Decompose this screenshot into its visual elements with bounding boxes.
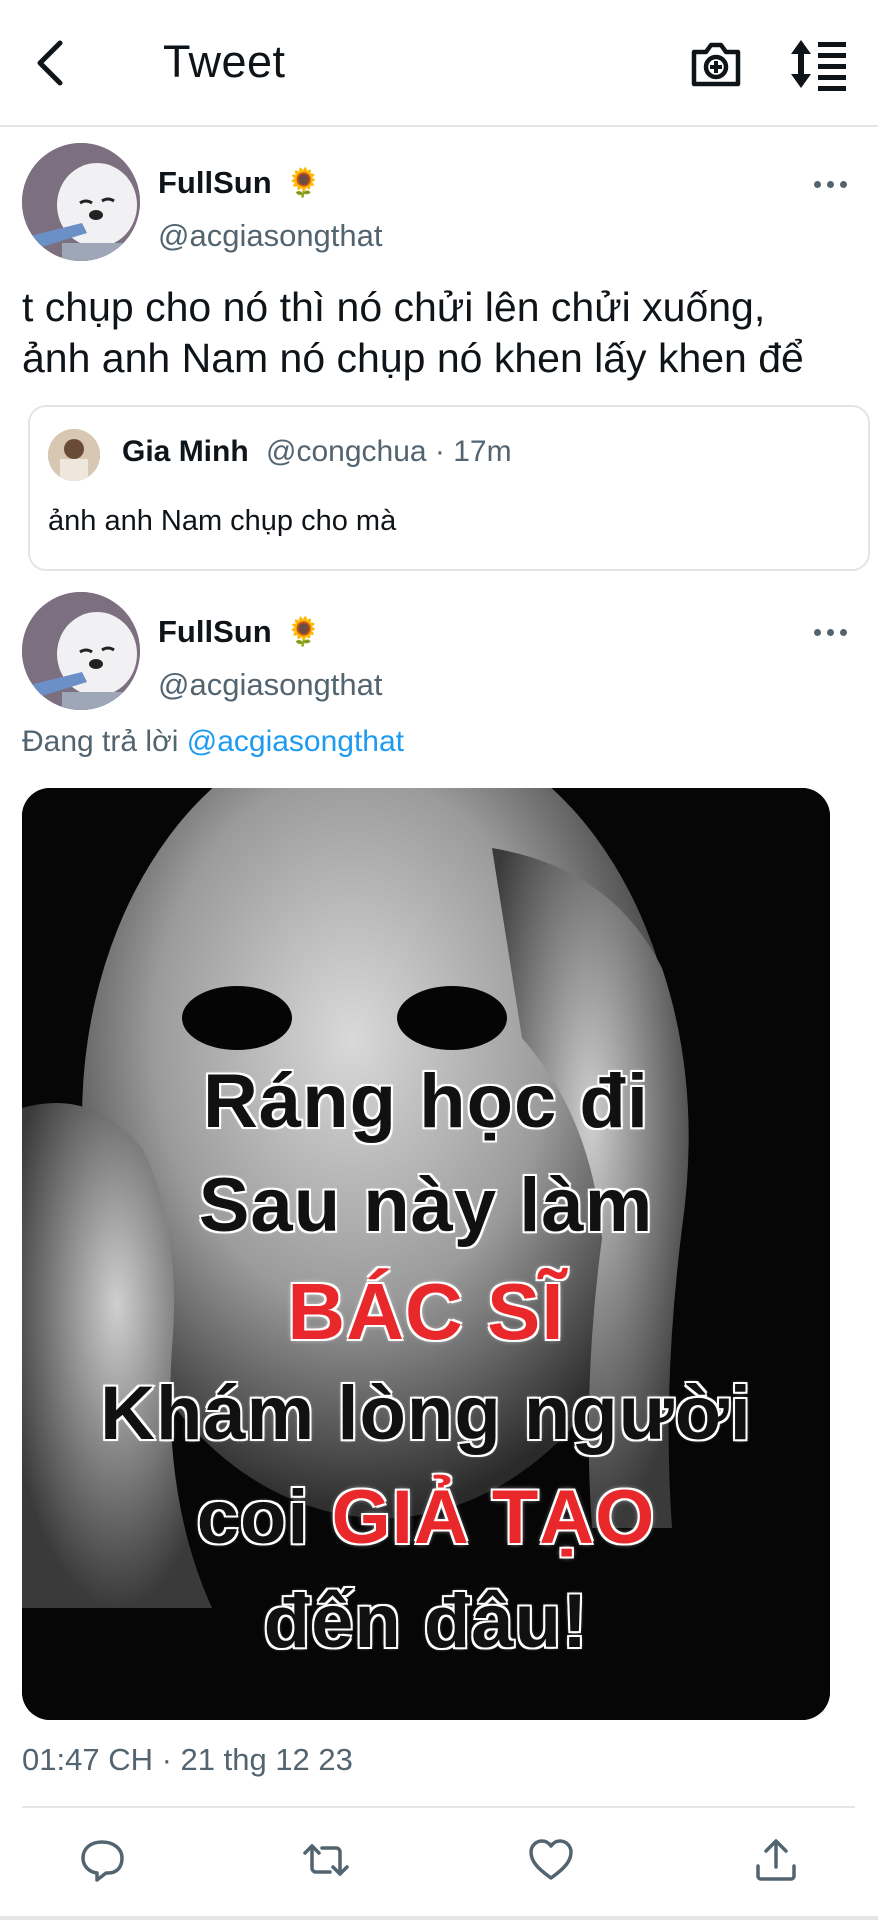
meme-text-line: Khám lòng người: [99, 1370, 753, 1458]
divider: [0, 1916, 878, 1920]
replying-to-label: Đang trả lời: [22, 725, 179, 758]
quoted-tweet[interactable]: Gia Minh @congchua · 17m ảnh anh Nam chụ…: [28, 405, 870, 571]
quoted-meta: @congchua · 17m: [266, 435, 512, 468]
meme-text-line: Sau này làm: [197, 1162, 654, 1250]
share-icon[interactable]: [752, 1836, 800, 1884]
quoted-avatar: [48, 429, 100, 481]
like-icon[interactable]: [527, 1836, 575, 1884]
meme-text-word: coi: [195, 1474, 310, 1562]
tweet-text-line: t chụp cho nó thì nó chửi lên chửi xuống…: [22, 284, 766, 330]
tweet-image[interactable]: Ráng học đi Sau này làm BÁC SĨ Khám lòng…: [22, 788, 830, 1720]
display-name[interactable]: FullSun: [158, 165, 272, 201]
meme-text-line: BÁC SĨ: [287, 1267, 565, 1356]
sort-lines-icon[interactable]: [790, 36, 850, 92]
meme-text-line: coi GIẢ TẠO: [22, 1474, 830, 1562]
replying-to-handle[interactable]: @acgiasongthat: [187, 725, 404, 758]
chevron-left-icon[interactable]: [28, 35, 78, 91]
tweet-timestamp[interactable]: 01:47 CH · 21 thg 12 23: [22, 1742, 353, 1778]
quoted-text: ảnh anh Nam chụp cho mà: [48, 505, 397, 537]
replying-to: Đang trả lời @acgiasongthat: [22, 725, 404, 759]
reply-icon[interactable]: [78, 1836, 126, 1884]
action-bar: [0, 1836, 878, 1896]
camera-plus-icon[interactable]: [688, 36, 744, 92]
username[interactable]: @acgiasongthat: [158, 218, 383, 254]
retweet-icon[interactable]: [302, 1836, 350, 1884]
page-title: Tweet: [163, 36, 286, 87]
meme-text-word: GIẢ TẠO: [331, 1475, 656, 1560]
avatar[interactable]: [22, 592, 140, 710]
sunflower-emoji: 🌻: [286, 616, 321, 647]
username[interactable]: @acgiasongthat: [158, 667, 383, 703]
display-name[interactable]: FullSun: [158, 614, 272, 650]
tweet-text-line: ảnh anh Nam nó chụp nó khen lấy khen để: [22, 335, 804, 381]
top-bar: Tweet: [0, 0, 878, 127]
meme-text-line: Ráng học đi: [202, 1058, 650, 1146]
meme-text-line: đến đâu!: [262, 1578, 589, 1666]
more-options-icon[interactable]: [812, 174, 856, 194]
avatar[interactable]: [22, 143, 140, 261]
divider: [22, 1806, 855, 1808]
sunflower-emoji: 🌻: [286, 167, 321, 198]
quoted-display-name: Gia Minh: [122, 435, 249, 468]
more-options-icon[interactable]: [812, 622, 856, 642]
tweet-text: t chụp cho nó thì nó chửi lên chửi xuống…: [22, 282, 852, 384]
